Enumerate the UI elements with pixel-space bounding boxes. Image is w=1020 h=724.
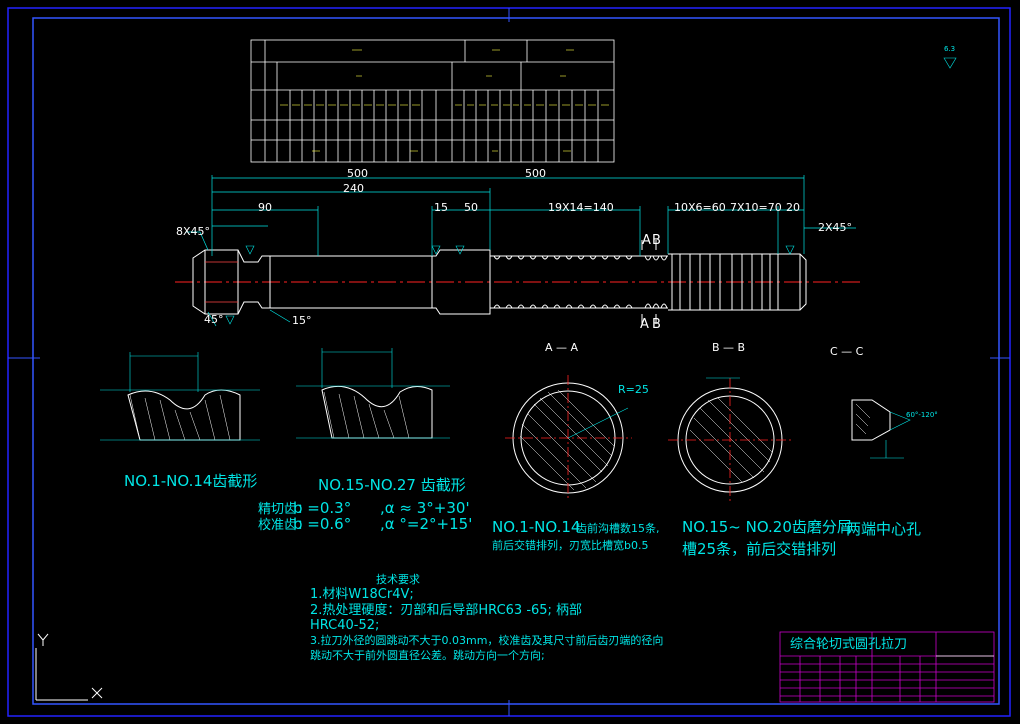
cc-caption: 两端中心孔 (846, 520, 922, 538)
dim-50: 50 (464, 201, 478, 214)
angle-45: 45° (204, 313, 224, 326)
param-row1-alpha: ,α ≈ 3°+30' (380, 499, 470, 517)
dim-15: 15 (434, 201, 448, 214)
bb-caption-1: NO.15~ NO.20齿磨分屑 (682, 518, 852, 536)
param-row2-b: b =0.6° (293, 515, 352, 533)
chamfer-left: 8X45° (176, 225, 211, 238)
dim-teeth1: 19X14=140 (548, 201, 614, 214)
profile-label-right: NO.15-NO.27 齿截形 (318, 476, 466, 494)
radius-label: R=25 (618, 383, 649, 396)
tooth-profile-right (296, 348, 450, 439)
tech-req-line4: 3.拉刀外径的圆跳动不大于0.03mm，校准齿及其尺寸前后齿刃端的径向 (310, 634, 664, 647)
angle-label: 60°-120° (906, 411, 938, 419)
section-a-bottom: A (640, 317, 649, 332)
bb-caption-2: 槽25条，前后交错排列 (682, 540, 837, 558)
section-cc-title: C — C (830, 345, 864, 358)
table-text-marks (280, 49, 609, 152)
chamfer-right: 2X45° (818, 221, 853, 234)
ucs-icon (35, 633, 103, 701)
main-dimensions (186, 175, 856, 327)
section-cc-view (851, 399, 911, 459)
tech-req-line2: 2.热处理硬度：刃部和后导部HRC63 -65; 柄部 (310, 603, 583, 618)
section-b-top: B (652, 233, 661, 248)
title-block-name: 综合轮切式圆孔拉刀 (790, 637, 908, 652)
section-bb-view (668, 377, 792, 502)
section-aa-title: A — A (545, 341, 579, 354)
section-aa-view (505, 375, 632, 500)
roughness-value: 6.3 (944, 45, 956, 53)
tooth-size-table (250, 39, 615, 163)
section-bb-title: B — B (712, 341, 746, 354)
aa-caption-1b: 齿前沟槽数15条, (576, 522, 660, 535)
section-b-bottom: B (652, 317, 661, 332)
tech-req-line5: 跳动不大于前外圆直径公差。跳动方向一个方向; (310, 649, 545, 662)
aa-caption-2: 前后交错排列，刃宽比槽宽b0.5 (492, 539, 649, 552)
dim-240: 240 (343, 182, 364, 195)
dim-teeth2: 10X6=60 (674, 201, 726, 214)
angle-15: 15° (292, 314, 312, 327)
dim-overall: 500 (347, 167, 368, 180)
tech-req-title: 技术要求 (376, 573, 420, 586)
roughness-symbols (225, 57, 957, 325)
tooth-profile-left (100, 352, 260, 441)
inner-frame (32, 17, 1000, 705)
broach-body (175, 249, 860, 315)
param-row1-b: b =0.3° (293, 499, 352, 517)
dim-overall-right: 500 (525, 167, 546, 180)
param-row2-alpha: ,α °=2°+15' (380, 515, 473, 533)
dim-20: 20 (786, 201, 800, 214)
aa-caption-1: NO.1-NO.14 (492, 518, 581, 536)
profile-label-left: NO.1-NO.14齿截形 (124, 472, 258, 490)
dim-teeth3: 7X10=70 (730, 201, 782, 214)
section-a-top: A (642, 233, 651, 248)
tech-req-line1: 1.材料W18Cr4V; (310, 587, 414, 602)
tech-req-line3: HRC40-52; (310, 618, 380, 633)
dim-90: 90 (258, 201, 272, 214)
